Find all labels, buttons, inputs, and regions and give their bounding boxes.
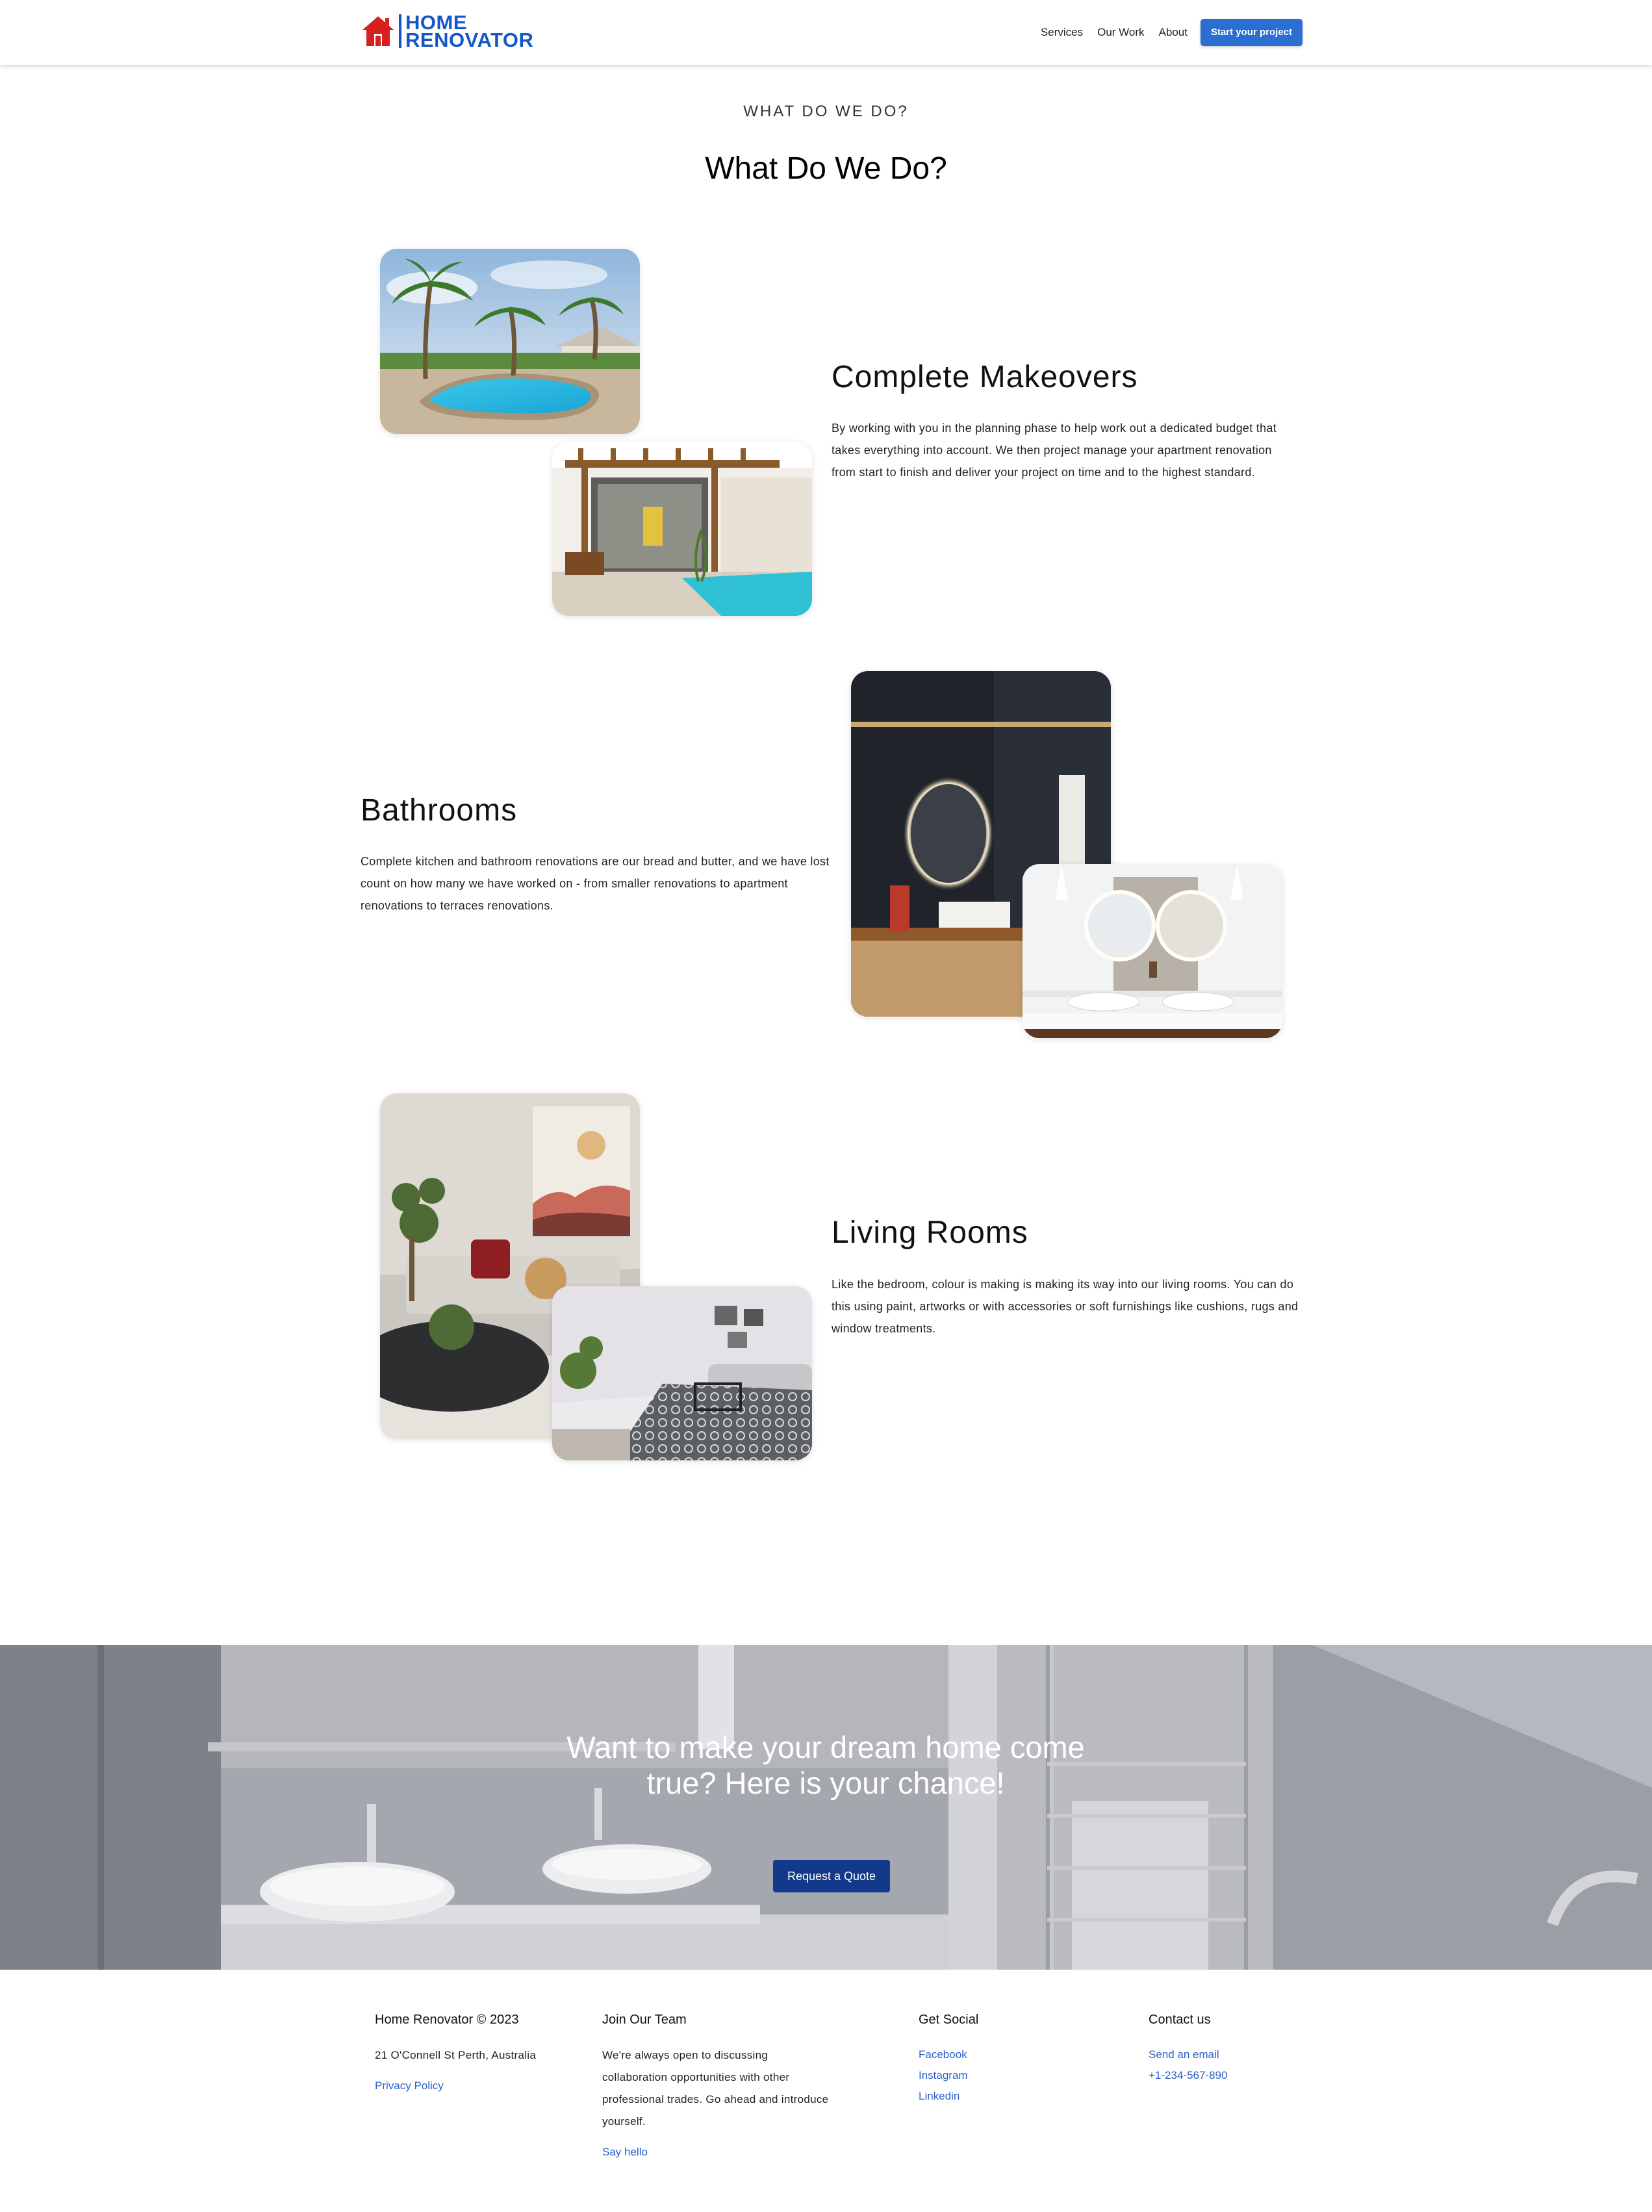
nav-about[interactable]: About xyxy=(1159,18,1188,47)
logo[interactable]: HOME RENOVATOR xyxy=(361,12,534,51)
instagram-link[interactable]: Instagram xyxy=(919,2065,1113,2086)
site-footer: Home Renovator © 2023 21 O'Connell St Pe… xyxy=(0,1970,1652,2212)
main-nav: Services Our Work About Start your proje… xyxy=(1026,18,1303,47)
request-quote-button[interactable]: Request a Quote xyxy=(773,1860,890,1892)
logo-line-2: RENOVATOR xyxy=(405,29,534,51)
bathroom-background-image xyxy=(0,1645,1652,1970)
footer-contact-heading: Contact us xyxy=(1149,2013,1211,2027)
feature-text-bathrooms: Complete kitchen and bathroom renovation… xyxy=(361,855,830,912)
facebook-link[interactable]: Facebook xyxy=(919,2044,1113,2065)
feature-title-living-rooms: Living Rooms xyxy=(832,1215,1028,1250)
send-email-link[interactable]: Send an email xyxy=(1149,2044,1343,2065)
cta-title: Want to make your dream home come true? … xyxy=(566,1730,1085,1800)
linkedin-link[interactable]: Linkedin xyxy=(919,2086,1113,2107)
pool-resort-image xyxy=(380,249,640,434)
start-project-button[interactable]: Start your project xyxy=(1200,19,1303,46)
footer-company-heading: Home Renovator © 2023 xyxy=(375,2013,519,2027)
logo-wordmark: HOME RENOVATOR xyxy=(405,12,534,51)
feature-text-makeovers: By working with you in the planning phas… xyxy=(832,422,1277,479)
feature-title-bathrooms: Bathrooms xyxy=(361,793,518,828)
section-title: What Do We Do? xyxy=(705,151,947,186)
feature-text-living-rooms: Like the bedroom, colour is making is ma… xyxy=(832,1278,1299,1335)
site-header: HOME RENOVATOR Services Our Work About S… xyxy=(0,0,1652,65)
double-vanity-image xyxy=(1023,864,1282,1038)
footer-team-heading: Join Our Team xyxy=(602,2013,687,2027)
phone-link[interactable]: +1-234-567-890 xyxy=(1149,2065,1343,2086)
footer-address: 21 O'Connell St Perth, Australia xyxy=(375,2049,537,2061)
nav-services[interactable]: Services xyxy=(1041,18,1083,47)
living-room-rug-image xyxy=(552,1286,812,1460)
footer-team-text: We're always open to discussing collabor… xyxy=(602,2049,829,2128)
footer-col-contact: Contact us Send an email +1-234-567-890 xyxy=(1149,2013,1343,2086)
footer-col-social: Get Social Facebook Instagram Linkedin xyxy=(919,2013,1113,2107)
footer-social-heading: Get Social xyxy=(919,2013,979,2027)
nav-our-work[interactable]: Our Work xyxy=(1097,18,1144,47)
cta-banner: Want to make your dream home come true? … xyxy=(0,1645,1652,1970)
say-hello-link[interactable]: Say hello xyxy=(602,2142,830,2163)
privacy-policy-link[interactable]: Privacy Policy xyxy=(375,2076,583,2096)
logo-divider xyxy=(399,14,401,48)
pergola-patio-image xyxy=(552,442,812,616)
footer-col-company: Home Renovator © 2023 21 O'Connell St Pe… xyxy=(375,2013,583,2096)
footer-col-team: Join Our Team We're always open to discu… xyxy=(602,2013,830,2163)
feature-title-makeovers: Complete Makeovers xyxy=(832,360,1138,394)
house-icon xyxy=(362,16,394,46)
section-eyebrow: WHAT DO WE DO? xyxy=(743,103,909,120)
